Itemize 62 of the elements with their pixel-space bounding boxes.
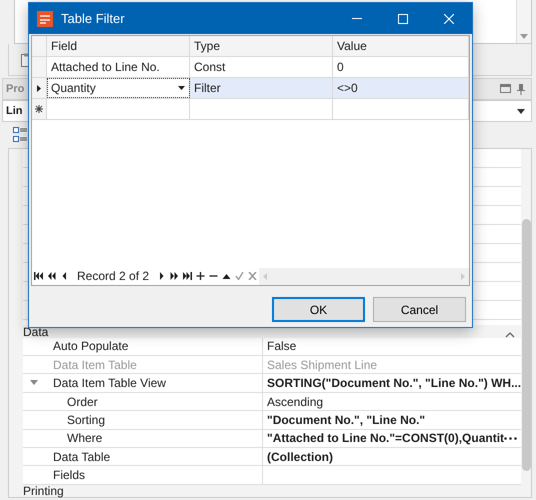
property-value: "Document No.", "Line No.": [267, 412, 426, 429]
row-header[interactable]: [32, 99, 47, 119]
column-header: Type: [190, 36, 333, 56]
scroll-right-arrow-icon: [461, 272, 465, 280]
collapse-icon[interactable]: [505, 332, 516, 338]
table-cell: Filter: [190, 78, 333, 98]
previous-page-icon: [47, 272, 56, 280]
next-record-icon: [157, 272, 166, 280]
row-header[interactable]: [32, 78, 47, 98]
property-value: "Attached to Line No."=CONST(0),Quantit: [267, 430, 504, 448]
close-icon: [444, 14, 454, 24]
property-name: Data Table: [53, 448, 110, 466]
ok-button[interactable]: OK: [272, 297, 365, 322]
section-header: Data: [23, 326, 48, 338]
property-value: (Collection): [267, 448, 333, 466]
property-name: Data Item Table: [53, 356, 137, 374]
new-row-icon: [35, 105, 43, 113]
categorized-view-icon[interactable]: [12, 126, 28, 144]
add-icon: [196, 272, 206, 280]
window-title: Table Filter: [61, 10, 125, 28]
more-icon[interactable]: [504, 436, 518, 440]
scroll-left-arrow-icon: [263, 272, 268, 280]
cancel-button[interactable]: Cancel: [373, 297, 466, 322]
property-value: Sales Shipment Line: [267, 356, 378, 374]
section-header: Printing: [23, 485, 64, 497]
last-record-icon: [183, 272, 192, 280]
app-logo-icon: [37, 10, 53, 26]
confirm-icon: [235, 272, 244, 280]
property-name: Order: [67, 394, 98, 411]
caret-icon: [178, 86, 185, 90]
first-record-icon: [34, 272, 43, 280]
column-header: Field: [47, 36, 190, 56]
property-name: Auto Populate: [53, 338, 128, 356]
scroll-down-arrow-icon[interactable]: [520, 34, 528, 39]
table-cell: <>0: [333, 78, 469, 98]
property-name: Where: [67, 430, 102, 448]
field-dropdown[interactable]: Quantity: [47, 78, 190, 98]
property-value: SORTING("Document No.", "Line No.") WH...: [267, 375, 522, 392]
next-page-icon: [170, 272, 180, 280]
property-value: False: [267, 338, 296, 356]
record-counter: Record 2 of 2: [76, 268, 150, 285]
edit-icon: [222, 272, 232, 280]
expand-toggle-icon[interactable]: [29, 380, 39, 386]
horizontal-scrollbar[interactable]: [259, 268, 469, 284]
minimize-icon: [352, 18, 362, 19]
property-name: Data Item Table View: [53, 375, 166, 392]
table-cell: Attached to Line No.: [47, 57, 190, 77]
property-value: Ascending: [267, 394, 324, 410]
previous-record-icon: [60, 272, 69, 280]
table-cell: 0: [333, 57, 469, 77]
pin-icon[interactable]: [517, 84, 525, 94]
cancel-edit-icon: [248, 272, 258, 280]
column-header: Value: [333, 36, 469, 56]
current-row-icon[interactable]: [37, 84, 41, 92]
scrollbar-thumb[interactable]: [522, 219, 531, 471]
table-cell: Const: [190, 57, 333, 77]
maximize-icon[interactable]: [500, 84, 511, 92]
panel-title: Pro: [6, 82, 24, 97]
property-name: Fields: [53, 467, 86, 484]
property-name: Sorting: [67, 412, 106, 429]
maximize-icon: [398, 14, 408, 24]
caret-icon: [517, 108, 525, 114]
